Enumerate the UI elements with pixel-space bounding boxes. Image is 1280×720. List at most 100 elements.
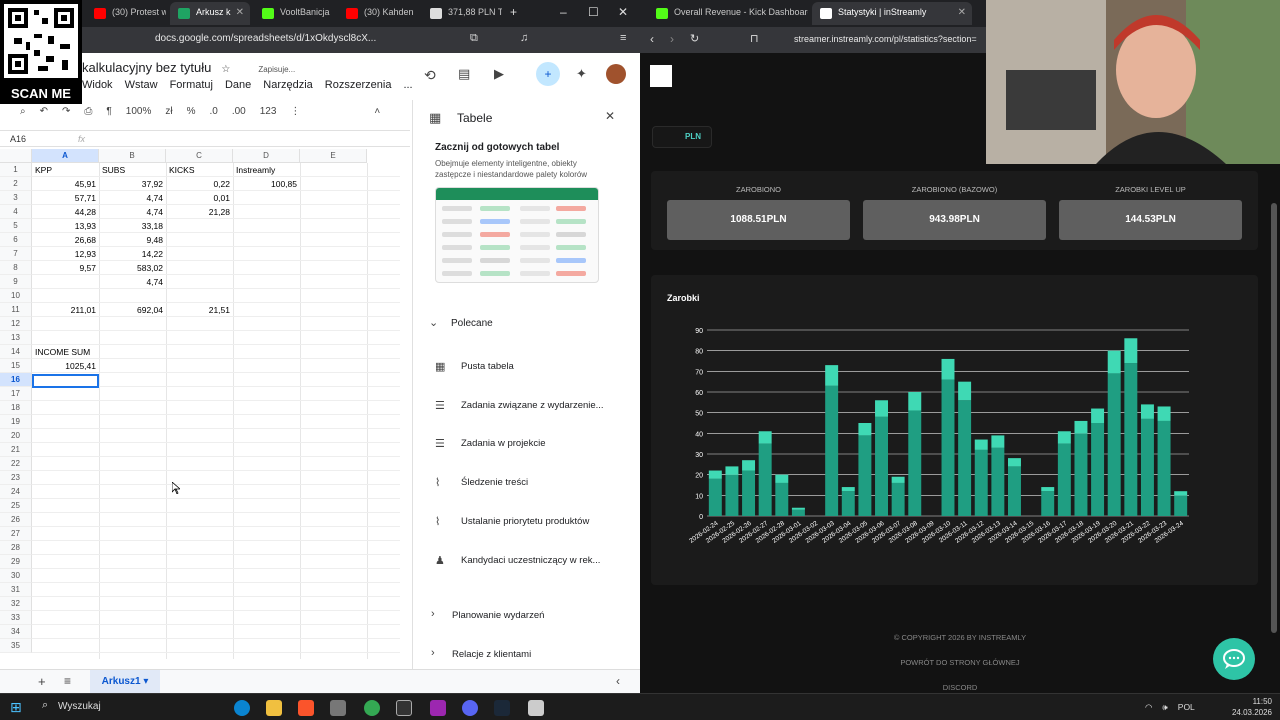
bar-base[interactable]: [708, 478, 722, 516]
share-button[interactable]: +: [536, 62, 560, 86]
bar-base[interactable]: [725, 474, 739, 516]
bar-base[interactable]: [1174, 495, 1188, 516]
collapse-panel-icon[interactable]: ‹: [616, 674, 620, 688]
cell-b8[interactable]: 583,02: [99, 261, 166, 275]
cell-d2[interactable]: 100,85: [233, 177, 300, 191]
column-header-c[interactable]: C: [166, 149, 233, 163]
minimize-button[interactable]: –: [560, 5, 567, 19]
cell-c3[interactable]: 0,01: [166, 191, 233, 205]
right-url[interactable]: streamer.instreamly.com/pl/statistics?se…: [794, 34, 977, 44]
row-header[interactable]: 11: [0, 303, 32, 317]
row-header[interactable]: 18: [0, 401, 32, 415]
row-header[interactable]: 29: [0, 555, 32, 569]
back-icon[interactable]: ‹: [650, 32, 654, 46]
bar-top[interactable]: [1074, 420, 1088, 434]
volume-icon[interactable]: 🕪: [1162, 702, 1167, 713]
row-header[interactable]: 10: [0, 289, 32, 303]
section-recommended[interactable]: Polecane: [451, 318, 493, 329]
bar-base[interactable]: [742, 470, 756, 516]
cell-d1[interactable]: Instreamly: [233, 163, 300, 177]
star-icon[interactable]: ☆: [221, 64, 230, 75]
language-indicator[interactable]: POL: [1178, 702, 1195, 713]
bookmark-icon[interactable]: ⊓: [750, 32, 759, 45]
row-header[interactable]: 28: [0, 541, 32, 555]
taskbar-search[interactable]: Wyszukaj: [58, 701, 101, 712]
bar-top[interactable]: [1057, 431, 1071, 444]
bar-top[interactable]: [941, 358, 955, 380]
bar-top[interactable]: [958, 381, 972, 401]
bar-top[interactable]: [758, 431, 772, 444]
forward-icon[interactable]: ›: [670, 32, 674, 46]
column-header-e[interactable]: E: [300, 149, 367, 163]
row-header[interactable]: 14: [0, 345, 32, 359]
cell-b6[interactable]: 9,48: [99, 233, 166, 247]
bar-base[interactable]: [1157, 420, 1171, 516]
bar-top[interactable]: [891, 476, 905, 483]
bar-base[interactable]: [1124, 363, 1138, 516]
left-tab-4[interactable]: 371,88 PLN T: [422, 2, 502, 25]
cell-c11[interactable]: 21,51: [166, 303, 233, 317]
discord-icon[interactable]: [462, 700, 478, 716]
row-header[interactable]: 19: [0, 415, 32, 429]
back-home-link[interactable]: POWRÓT DO STRONY GŁÓWNEJ: [640, 658, 1280, 667]
increase-decimals[interactable]: .00: [232, 106, 246, 117]
row-header[interactable]: 23: [0, 471, 32, 485]
column-header-d[interactable]: D: [233, 149, 300, 163]
table-template-preview[interactable]: [435, 187, 599, 283]
more-icon[interactable]: ⋮: [290, 106, 300, 117]
row-header[interactable]: 26: [0, 513, 32, 527]
template-item[interactable]: Ustalanie priorytetu produktów: [461, 516, 589, 527]
reload-icon[interactable]: ↻: [690, 32, 699, 45]
section-client-relations[interactable]: Relacje z klientami: [452, 649, 531, 660]
extensions-icon[interactable]: ⧉: [470, 32, 478, 45]
maximize-button[interactable]: ☐: [588, 5, 599, 19]
cell-a11[interactable]: 211,01: [32, 303, 99, 317]
bar-top[interactable]: [974, 439, 988, 450]
template-item[interactable]: Śledzenie treści: [461, 477, 528, 488]
name-box[interactable]: A16: [10, 134, 26, 144]
cell-b7[interactable]: 14,22: [99, 247, 166, 261]
row-header[interactable]: 1: [0, 163, 32, 177]
left-tab-2[interactable]: VooltBanicja: [254, 2, 334, 25]
comment-icon[interactable]: ▤: [458, 66, 470, 82]
cell-a4[interactable]: 44,28: [32, 205, 99, 219]
redo-icon[interactable]: ↷: [62, 106, 70, 117]
app2-icon[interactable]: [430, 700, 446, 716]
menu-icon[interactable]: ≡: [620, 32, 626, 44]
cell-a2[interactable]: 45,91: [32, 177, 99, 191]
close-tab-icon[interactable]: ✕: [236, 7, 244, 18]
zoom-select[interactable]: 100%: [126, 106, 152, 117]
bar-base[interactable]: [958, 400, 972, 516]
close-icon[interactable]: ✕: [605, 109, 615, 123]
bar-top[interactable]: [1124, 338, 1138, 364]
bar-top[interactable]: [991, 435, 1005, 448]
row-header[interactable]: 25: [0, 499, 32, 513]
steam-icon[interactable]: [494, 700, 510, 716]
menu-more[interactable]: ...: [403, 79, 412, 91]
bar-base[interactable]: [1107, 373, 1121, 516]
row-header[interactable]: 35: [0, 639, 32, 653]
sheet-tab[interactable]: Arkusz1 ▾: [90, 670, 160, 694]
selected-cell[interactable]: [32, 374, 99, 388]
row-header[interactable]: 33: [0, 611, 32, 625]
bar-top[interactable]: [1041, 487, 1055, 492]
row-header[interactable]: 27: [0, 527, 32, 541]
search-icon[interactable]: ⌕: [20, 106, 26, 117]
left-tab-3[interactable]: (30) Kahden: [338, 2, 418, 25]
cell-c2[interactable]: 0,22: [166, 177, 233, 191]
grid-corner[interactable]: [0, 149, 32, 163]
section-event-planning[interactable]: Planowanie wydarzeń: [452, 610, 544, 621]
row-header[interactable]: 30: [0, 569, 32, 583]
obs-icon[interactable]: [396, 700, 412, 716]
cell-b11[interactable]: 692,04: [99, 303, 166, 317]
row-header[interactable]: 5: [0, 219, 32, 233]
app-icon[interactable]: [330, 700, 346, 716]
spreadsheet-grid[interactable]: A B C D E 1 KPP SUBS KICKS Instreamly 2 45,91 37,92 0…: [0, 149, 400, 659]
template-item[interactable]: Pusta tabela: [461, 361, 514, 372]
bar-base[interactable]: [841, 491, 855, 516]
bar-top[interactable]: [841, 487, 855, 492]
bar-base[interactable]: [991, 447, 1005, 516]
bar-base[interactable]: [908, 410, 922, 516]
row-header[interactable]: 12: [0, 317, 32, 331]
cell-a6[interactable]: 26,68: [32, 233, 99, 247]
